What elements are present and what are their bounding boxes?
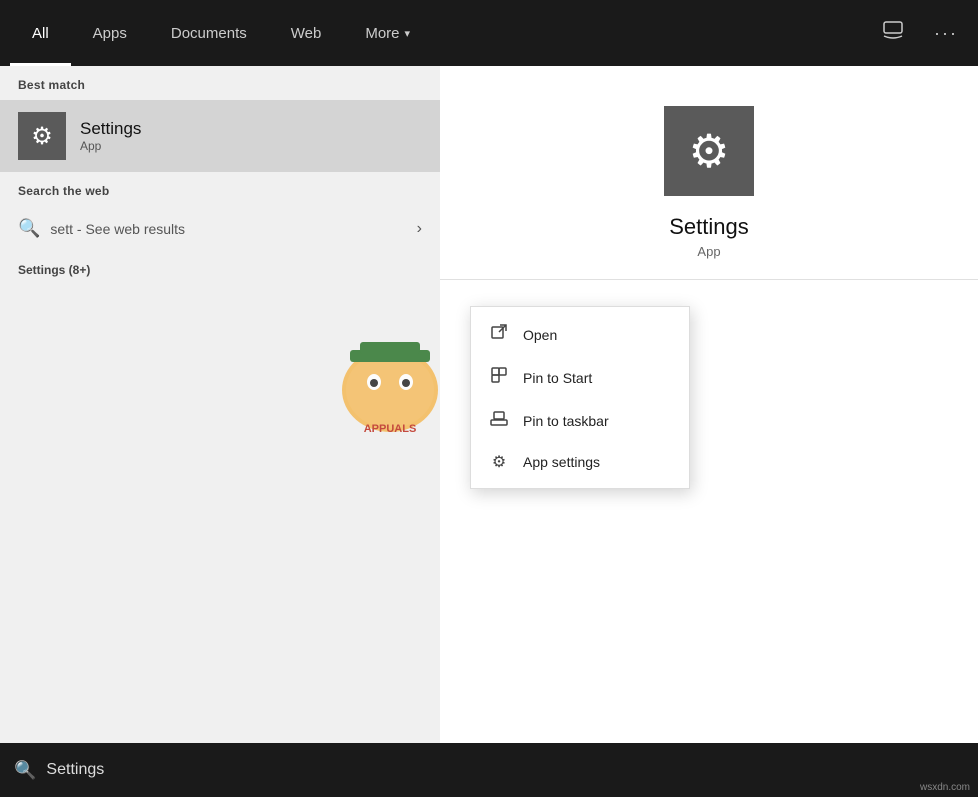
tab-all[interactable]: All	[10, 0, 71, 66]
tab-web[interactable]: Web	[269, 0, 344, 66]
web-search-text: sett - See web results	[50, 221, 185, 237]
chevron-right-icon: ›	[417, 220, 422, 238]
app-type: App	[80, 139, 422, 153]
app-large-name: Settings	[669, 214, 749, 240]
settings-app-icon: ⚙	[18, 112, 66, 160]
tab-apps-label: Apps	[93, 25, 127, 42]
taskbar: 🔍 Settings wsxdn.com	[0, 743, 978, 797]
web-search-left: 🔍 sett - See web results	[18, 218, 185, 239]
main-area: Best match ⚙ Settings App Search the web…	[0, 66, 978, 743]
person-icon-button[interactable]	[872, 12, 914, 55]
context-menu-app-settings[interactable]: ⚙ App settings	[471, 442, 689, 482]
top-nav-bar: All Apps Documents Web More ▾ ···	[0, 0, 978, 66]
open-label: Open	[523, 327, 557, 343]
best-match-item[interactable]: ⚙ Settings App	[0, 100, 440, 172]
app-name: Settings	[80, 119, 422, 139]
context-menu-open[interactable]: Open	[471, 313, 689, 356]
open-icon	[489, 323, 509, 346]
pin-start-label: Pin to Start	[523, 370, 592, 386]
best-match-label: Best match	[0, 66, 440, 100]
tab-documents-label: Documents	[171, 25, 247, 42]
tab-documents[interactable]: Documents	[149, 0, 269, 66]
tab-apps[interactable]: Apps	[71, 0, 149, 66]
pin-taskbar-icon	[489, 409, 509, 432]
left-panel: Best match ⚙ Settings App Search the web…	[0, 66, 440, 743]
gear-icon: ⚙	[31, 122, 53, 151]
app-large-type: App	[697, 244, 720, 259]
settings-large-icon: ⚙	[664, 106, 754, 196]
taskbar-search-icon: 🔍	[14, 760, 36, 781]
settings-section-label: Settings (8+)	[0, 251, 440, 285]
app-settings-icon: ⚙	[489, 452, 509, 472]
pin-start-icon	[489, 366, 509, 389]
tab-all-label: All	[32, 25, 49, 42]
tab-more[interactable]: More ▾	[343, 0, 432, 66]
wsxdn-watermark: wsxdn.com	[920, 782, 970, 793]
context-menu: Open Pin to Start	[470, 306, 690, 489]
gear-large-icon: ⚙	[688, 124, 729, 178]
web-search-item[interactable]: 🔍 sett - See web results ›	[0, 206, 440, 251]
app-settings-label: App settings	[523, 454, 600, 470]
divider	[440, 279, 978, 280]
pin-taskbar-label: Pin to taskbar	[523, 413, 609, 429]
tab-web-label: Web	[291, 25, 322, 42]
more-options-button[interactable]: ···	[924, 15, 968, 52]
context-menu-pin-start[interactable]: Pin to Start	[471, 356, 689, 399]
app-info: Settings App	[80, 119, 422, 153]
tab-more-label: More	[365, 25, 399, 42]
nav-tabs: All Apps Documents Web More ▾	[10, 0, 432, 66]
search-icon: 🔍	[18, 218, 40, 239]
chevron-down-icon: ▾	[405, 27, 411, 40]
search-web-section-label: Search the web	[0, 172, 440, 206]
context-menu-pin-taskbar[interactable]: Pin to taskbar	[471, 399, 689, 442]
right-panel: ⚙ Settings App Open	[440, 66, 978, 743]
taskbar-search-input[interactable]: Settings	[46, 761, 104, 779]
nav-right-controls: ···	[872, 12, 968, 55]
